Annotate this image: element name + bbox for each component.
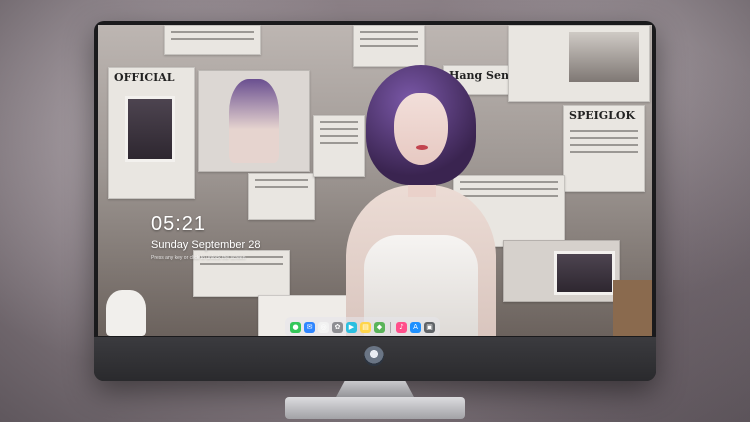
newspaper-photo bbox=[554, 251, 615, 295]
trash-icon[interactable]: ▣ bbox=[424, 321, 435, 333]
newspaper-clip: OFFICIAL bbox=[108, 67, 195, 199]
facetime-icon[interactable]: ▶ bbox=[346, 321, 357, 333]
teapot bbox=[106, 290, 146, 336]
newspaper-headline: SPEIGLOK bbox=[569, 109, 636, 122]
photos-icon[interactable]: ✿ bbox=[332, 321, 343, 333]
messages-icon[interactable]: ● bbox=[290, 321, 301, 333]
monitor-chin bbox=[94, 337, 656, 381]
newspaper-clip bbox=[508, 25, 650, 102]
clock-time: 05:21 bbox=[151, 213, 207, 235]
monitor-stand-base bbox=[285, 397, 465, 419]
lock-clock: 05:21 Sunday September 28 Press any key … bbox=[151, 213, 260, 261]
unlock-hint: Press any key or click to unlock the scr… bbox=[151, 255, 246, 261]
safari-icon[interactable]: ◎ bbox=[318, 321, 329, 333]
cardboard-box bbox=[613, 280, 652, 336]
newspaper-photo bbox=[125, 96, 175, 162]
wallpaper-portrait bbox=[336, 65, 506, 336]
notes-icon[interactable]: ▤ bbox=[360, 321, 371, 333]
portrait-photo bbox=[229, 79, 279, 163]
lock-screen[interactable]: OFFICIAL Hang Seng SPEIGLOK 05:21 Sunday… bbox=[98, 25, 652, 336]
newspaper-clip: SPEIGLOK bbox=[563, 105, 645, 192]
mail-icon[interactable]: ✉ bbox=[304, 321, 315, 333]
newspaper-headline: OFFICIAL bbox=[114, 71, 175, 84]
newspaper-clip bbox=[503, 240, 620, 302]
newspaper-photo bbox=[569, 32, 639, 82]
clock-date: Sunday September 28 bbox=[151, 239, 261, 251]
app-store-icon[interactable]: A bbox=[410, 321, 421, 333]
music-icon[interactable]: ♪ bbox=[396, 321, 407, 333]
monitor: OFFICIAL Hang Seng SPEIGLOK 05:21 Sunday… bbox=[94, 21, 656, 381]
dock-separator bbox=[390, 321, 391, 333]
maps-icon[interactable]: ◆ bbox=[374, 321, 385, 333]
dock: ● ✉ ◎ ✿ ▶ ▤ ◆ ♪ A ▣ bbox=[285, 317, 440, 336]
photo-print bbox=[198, 70, 310, 172]
newspaper-clip bbox=[353, 25, 425, 67]
brand-logo-icon bbox=[364, 346, 384, 366]
newspaper-clip bbox=[164, 25, 261, 55]
